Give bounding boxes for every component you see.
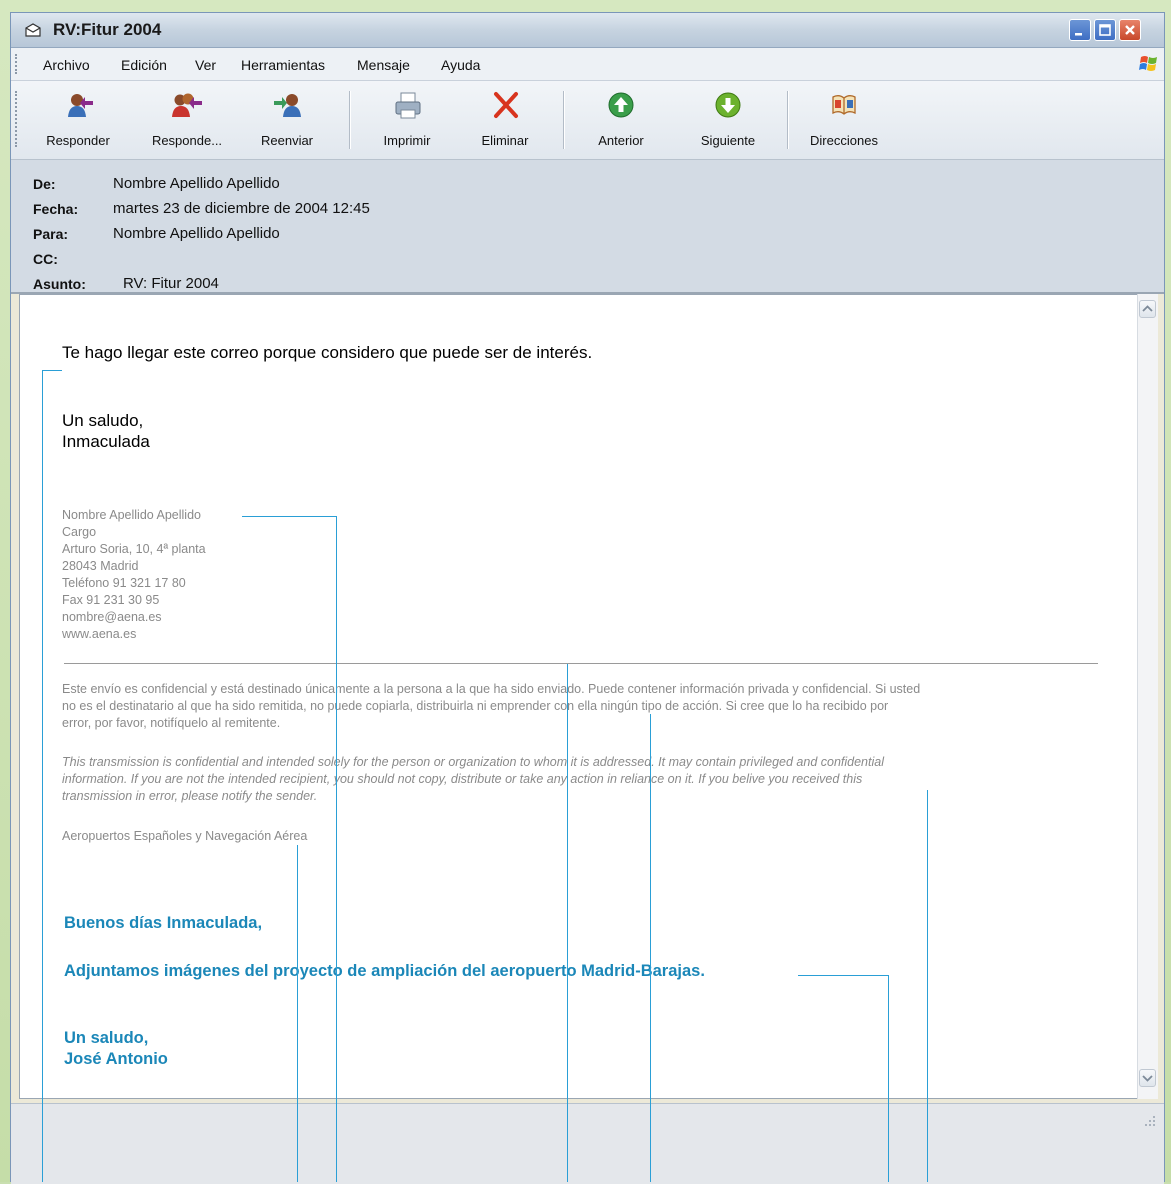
menu-ayuda[interactable]: Ayuda bbox=[441, 57, 480, 73]
signature-fax: Fax 91 231 30 95 bbox=[62, 593, 160, 607]
toolbar-separator bbox=[563, 91, 565, 149]
callout-line bbox=[567, 664, 568, 1182]
from-label: De: bbox=[33, 176, 56, 192]
close-icon bbox=[1125, 25, 1135, 35]
scroll-down-button[interactable] bbox=[1139, 1069, 1156, 1087]
scroll-up-button[interactable] bbox=[1139, 300, 1156, 318]
close-button[interactable] bbox=[1119, 19, 1141, 41]
next-button[interactable]: Siguiente bbox=[683, 81, 773, 159]
signature-address: Arturo Soria, 10, 4ª planta bbox=[62, 542, 206, 556]
delete-label: Eliminar bbox=[481, 133, 529, 148]
delete-button[interactable]: Eliminar bbox=[465, 81, 545, 159]
status-bar bbox=[11, 1103, 1164, 1184]
menu-edicion[interactable]: Edición bbox=[121, 57, 167, 73]
forwarded-body: Adjuntamos imágenes del proyecto de ampl… bbox=[64, 962, 705, 980]
down-arrow-icon bbox=[715, 92, 741, 118]
forwarded-sender: José Antonio bbox=[64, 1050, 168, 1068]
callout-line bbox=[297, 845, 298, 1182]
to-value: Nombre Apellido Apellido bbox=[113, 225, 280, 242]
maximize-icon bbox=[1099, 24, 1111, 36]
subject-label: Asunto: bbox=[33, 276, 86, 292]
maximize-button[interactable] bbox=[1094, 19, 1116, 41]
previous-button[interactable]: Anterior bbox=[579, 81, 663, 159]
print-label: Imprimir bbox=[383, 133, 431, 148]
cc-label: CC: bbox=[33, 251, 58, 267]
signature-role: Cargo bbox=[62, 525, 97, 539]
printer-icon bbox=[395, 92, 421, 119]
signature-email[interactable]: nombre@aena.es bbox=[62, 609, 162, 626]
reply-person-icon bbox=[68, 94, 93, 117]
forwarded-greeting: Buenos días Inmaculada, bbox=[64, 914, 263, 932]
menu-herramientas[interactable]: Herramientas bbox=[241, 57, 325, 73]
sender-text: Inmaculada bbox=[62, 432, 150, 451]
toolbar-separator bbox=[349, 91, 351, 149]
menu-mensaje[interactable]: Mensaje bbox=[357, 57, 410, 73]
vertical-scrollbar[interactable] bbox=[1137, 294, 1158, 1099]
callout-line bbox=[42, 370, 62, 371]
toolbar-separator bbox=[787, 91, 789, 149]
previous-label: Anterior bbox=[598, 133, 644, 148]
menu-archivo[interactable]: Archivo bbox=[43, 57, 90, 73]
signature-city: 28043 Madrid bbox=[62, 559, 139, 573]
message-header: De: Nombre Apellido Apellido Fecha: mart… bbox=[11, 160, 1164, 294]
callout-line bbox=[888, 975, 889, 1182]
signature-phone: Teléfono 91 321 17 80 bbox=[62, 576, 186, 590]
print-button[interactable]: Imprimir bbox=[367, 81, 447, 159]
signature-name: Nombre Apellido Apellido bbox=[62, 508, 201, 522]
to-label: Para: bbox=[33, 226, 69, 242]
next-label: Siguiente bbox=[700, 133, 756, 148]
subject-value: RV: Fitur 2004 bbox=[123, 275, 219, 292]
windows-logo-icon bbox=[1139, 56, 1157, 71]
greeting-text: Un saludo, bbox=[62, 411, 144, 430]
disclaimer-es-line-2: no es el destinatario al que ha sido rem… bbox=[62, 699, 889, 713]
resize-grip-icon[interactable] bbox=[1139, 1112, 1157, 1130]
signature-web[interactable]: www.aena.es bbox=[62, 626, 136, 643]
disclaimer-en-line-2: information. If you are not the intended… bbox=[62, 772, 863, 786]
callout-line bbox=[650, 714, 651, 1182]
intro-text: Te hago llegar este correo porque consid… bbox=[62, 343, 593, 362]
menu-grip[interactable] bbox=[15, 54, 20, 74]
delete-x-icon bbox=[494, 92, 518, 118]
title-bar[interactable]: RV:Fitur 2004 bbox=[11, 13, 1164, 48]
mail-envelope-icon bbox=[25, 23, 41, 37]
toolbar: Responder Responde... Reenviar Imprimir … bbox=[11, 81, 1164, 160]
date-label: Fecha: bbox=[33, 201, 79, 217]
callout-line bbox=[42, 370, 43, 1182]
minimize-button[interactable] bbox=[1069, 19, 1091, 41]
reply-button[interactable]: Responder bbox=[33, 81, 123, 159]
reply-all-people-icon bbox=[172, 93, 202, 117]
forward-button[interactable]: Reenviar bbox=[247, 81, 327, 159]
menu-bar: Archivo Edición Ver Herramientas Mensaje… bbox=[11, 48, 1164, 81]
menu-ver[interactable]: Ver bbox=[195, 57, 216, 73]
forward-person-icon bbox=[274, 94, 301, 117]
toolbar-grip[interactable] bbox=[15, 91, 20, 147]
reply-label: Responder bbox=[46, 133, 110, 148]
signature-divider bbox=[64, 663, 1098, 664]
callout-line bbox=[242, 516, 336, 517]
callout-line bbox=[927, 790, 928, 1182]
email-window: RV:Fitur 2004 Archivo Edición Ver Herram… bbox=[10, 12, 1165, 1184]
date-value: martes 23 de diciembre de 2004 12:45 bbox=[113, 200, 370, 217]
forwarded-closing: Un saludo, bbox=[64, 1029, 149, 1047]
reply-all-button[interactable]: Responde... bbox=[137, 81, 237, 159]
callout-line bbox=[798, 975, 888, 976]
chevron-up-icon bbox=[1142, 305, 1153, 312]
forward-label: Reenviar bbox=[260, 133, 314, 148]
company-name: Aeropuertos Españoles y Navegación Aérea bbox=[62, 829, 308, 843]
disclaimer-es-line-3: error, por favor, notifíquelo al remiten… bbox=[62, 716, 281, 730]
addresses-label: Direcciones bbox=[810, 133, 878, 148]
address-book-icon bbox=[832, 95, 856, 115]
reply-all-label: Responde... bbox=[151, 133, 223, 148]
window-title: RV:Fitur 2004 bbox=[53, 20, 162, 39]
callout-line bbox=[336, 516, 337, 1182]
disclaimer-es-line-1: Este envío es confidencial y está destin… bbox=[62, 682, 921, 696]
minimize-icon bbox=[1075, 33, 1082, 36]
disclaimer-en-line-3: transmission in error, please notify the… bbox=[62, 789, 318, 803]
chevron-down-icon bbox=[1142, 1075, 1153, 1082]
addresses-button[interactable]: Direcciones bbox=[799, 81, 889, 159]
disclaimer-en-line-1: This transmission is confidential and in… bbox=[62, 755, 884, 769]
from-value: Nombre Apellido Apellido bbox=[113, 175, 280, 192]
up-arrow-icon bbox=[608, 92, 634, 118]
